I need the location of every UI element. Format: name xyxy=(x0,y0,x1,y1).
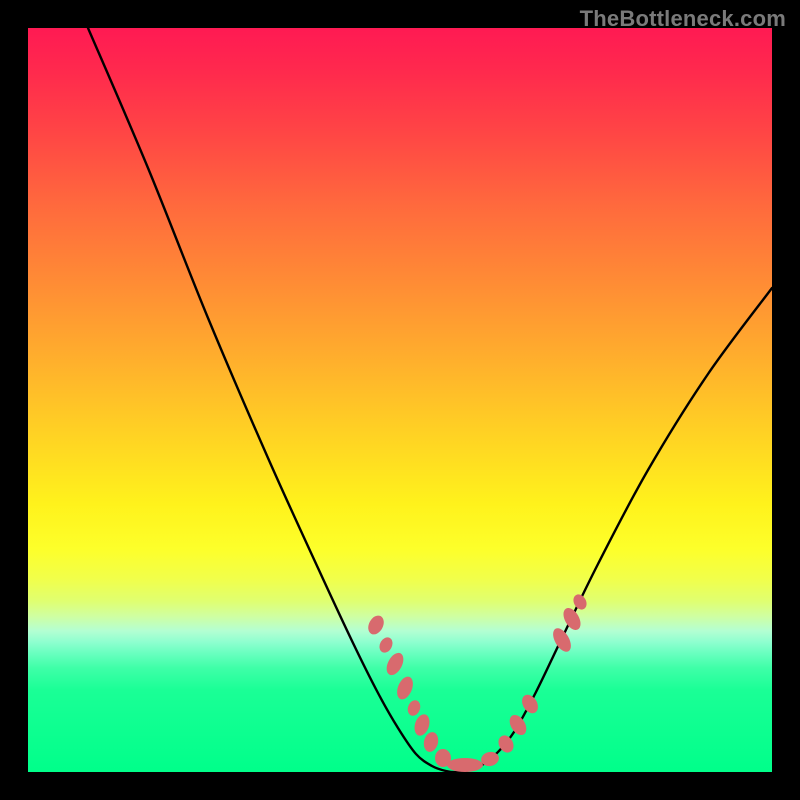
curve-marker xyxy=(406,698,423,717)
curve-marker xyxy=(422,731,440,754)
curve-marker xyxy=(447,758,483,772)
curve-marker xyxy=(519,692,541,716)
bottleneck-curve xyxy=(88,28,772,772)
chart-svg xyxy=(28,28,772,772)
chart-frame: TheBottleneck.com xyxy=(0,0,800,800)
curve-marker xyxy=(571,592,589,612)
curve-marker xyxy=(549,625,574,655)
curve-marker xyxy=(394,674,416,701)
curve-marker xyxy=(365,613,387,637)
chart-plot-area xyxy=(28,28,772,772)
curve-marker xyxy=(506,712,530,738)
curve-marker xyxy=(383,650,407,678)
curve-markers xyxy=(365,592,589,772)
curve-marker xyxy=(377,635,395,655)
watermark-text: TheBottleneck.com xyxy=(580,6,786,32)
